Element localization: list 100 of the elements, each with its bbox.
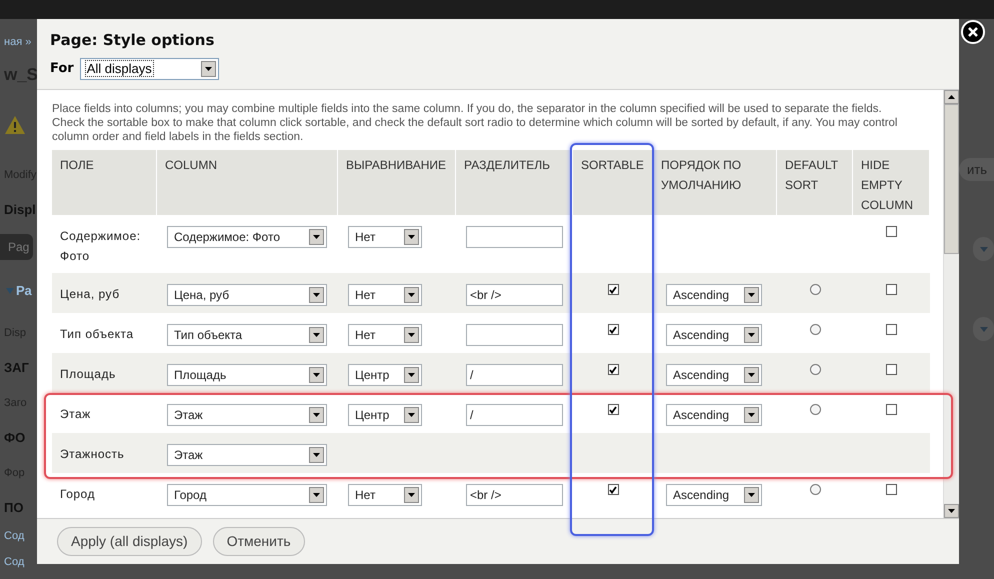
align-select[interactable]: Нет [348,484,422,506]
default-sort-radio[interactable] [810,404,820,415]
caret-icon [313,235,320,239]
caret-icon [313,493,320,497]
align-select[interactable]: Центр [348,364,422,386]
order-select[interactable]: Ascending [666,364,762,386]
caret-icon [313,453,320,457]
default-sort-radio[interactable] [810,284,820,295]
field-name: Этаж [60,407,91,421]
for-label: For [50,60,74,78]
caret-icon [748,293,755,297]
scroll-down-icon [948,509,955,513]
column-select[interactable]: Цена, руб [167,284,327,306]
column-header: SORTABLE [581,158,644,172]
checkbox[interactable] [608,404,618,415]
caret-icon [313,293,320,297]
column-header: ПОРЯДОК ПО УМОЛЧАНИЮ [661,158,742,192]
page-link[interactable]: Сод [4,554,24,570]
field-name: Тип объекта [60,327,134,341]
separator-field[interactable] [466,226,563,248]
separator-field[interactable]: <br /> [466,284,563,306]
close-cross-icon [968,27,978,37]
checkbox[interactable] [608,284,618,295]
column-select[interactable]: Этаж [167,444,327,466]
checkbox[interactable] [886,364,897,375]
section-heading: ПО [4,499,24,518]
checkbox[interactable] [886,484,897,495]
align-select[interactable]: Нет [348,226,422,248]
scroll-up-icon [948,95,955,99]
triangle-icon [6,288,14,294]
caret-icon [980,246,988,252]
checkbox[interactable] [608,364,618,375]
caret-icon [408,373,415,377]
column-select[interactable]: Город [167,484,327,506]
section-heading: ФО [4,429,26,448]
caret-icon [748,413,755,417]
caret-icon [408,333,415,337]
caret-icon [408,235,415,239]
check-icon [609,366,617,374]
caret-icon [313,413,320,417]
column-select[interactable]: Содержимое: Фото [167,226,327,248]
column-select[interactable]: Этаж [167,404,327,426]
page-link[interactable]: Сод [4,528,24,544]
order-select[interactable]: Ascending [666,284,762,306]
check-icon [609,326,617,334]
caret-icon [204,66,212,70]
caret-icon [748,373,755,377]
check-icon [609,286,617,294]
page-link[interactable]: ная » [4,34,32,50]
align-select[interactable]: Нет [348,324,422,346]
caret-icon [313,373,320,377]
field-name: Город [60,487,95,501]
column-header: РАЗДЕЛИТЕЛЬ [464,158,550,172]
checkbox[interactable] [608,324,618,335]
order-select[interactable]: Ascending [666,404,762,426]
section-heading: Displ [4,201,36,220]
field-name: Площадь [60,367,116,381]
caret-icon [980,326,988,332]
field-name: Цена, руб [60,287,120,301]
checkbox[interactable] [886,284,897,295]
checkbox[interactable] [886,404,897,415]
default-sort-radio[interactable] [810,364,820,375]
caret-icon [408,493,415,497]
default-sort-radio[interactable] [810,324,820,335]
scrollbar[interactable] [943,90,959,518]
checkbox[interactable] [608,484,618,495]
separator-field[interactable]: <br /> [466,484,563,506]
close-icon[interactable] [961,20,985,44]
column-select[interactable]: Тип объекта [167,324,327,346]
order-select[interactable]: Ascending [666,484,762,506]
caret-icon [748,493,755,497]
fieldset-title[interactable]: Ра [16,281,32,301]
separator-field[interactable]: / [466,364,563,386]
default-sort-radio[interactable] [810,484,820,495]
check-icon [609,486,617,494]
caret-icon [408,413,415,417]
separator-field[interactable] [466,324,563,346]
align-select[interactable]: Центр [348,404,422,426]
section-heading: ЗАГ [4,359,29,378]
caret-icon [408,293,415,297]
align-select[interactable]: Нет [348,284,422,306]
apply-button[interactable]: Apply (all displays) [57,527,202,556]
column-header: HIDE EMPTY COLUMN [861,158,914,212]
column-header: ВЫРАВНИВАНИЕ [346,158,446,172]
cancel-button[interactable]: Отменить [212,527,305,556]
dialog-title: Page: Style options [50,30,216,51]
separator-field[interactable]: / [466,404,563,426]
order-select[interactable]: Ascending [666,324,762,346]
warning-icon [4,115,26,135]
check-icon [609,406,617,414]
checkbox[interactable] [886,324,897,335]
field-name: Этажность [60,447,124,461]
column-header: COLUMN [165,158,218,172]
field-name: Содержимое: Фото [60,229,141,263]
column-select[interactable]: Площадь [167,364,327,386]
description-text: Place fields into columns; you may combine multiple fields into the same column. If you do, the separator in the column specified will be used to separate the fields. Check the sortable box to make that column click sortable, and check the default sort radio to determine which column will be sorted by default, if any. You may control column order and field labels in the fields section. [52,102,898,144]
column-header: DEFAULT SORT [785,158,838,192]
column-header: ПОЛЕ [60,158,94,172]
display-select[interactable]: All displays [80,58,219,80]
checkbox[interactable] [886,226,897,237]
